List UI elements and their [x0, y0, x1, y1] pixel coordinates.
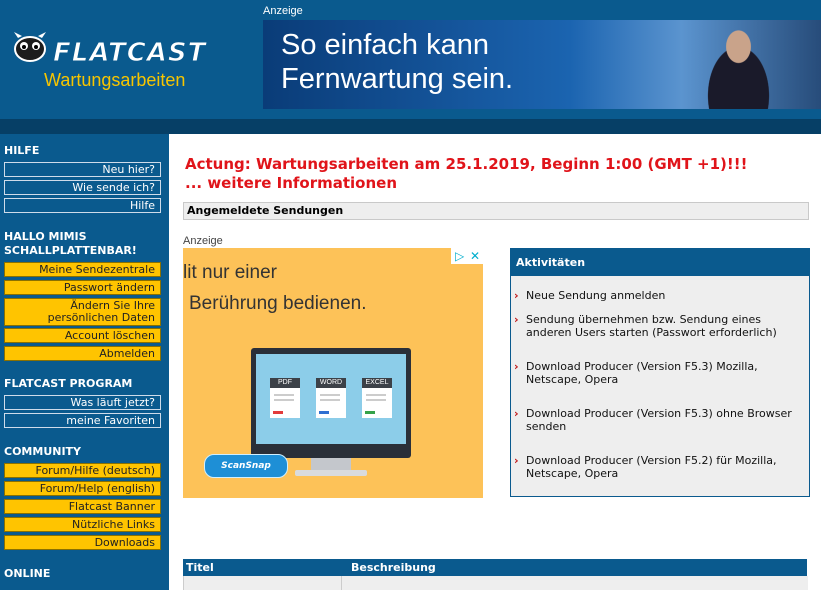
monitor-screen: PDF WORD EXCEL	[256, 354, 406, 444]
ad-banner[interactable]: So einfach kann Fernwartung sein.	[263, 20, 821, 109]
sidebar-user-name: SCHALLPLATTENBAR!	[4, 244, 137, 257]
activity-link-text[interactable]: Sendung übernehmen bzw. Sendung eines an…	[526, 313, 777, 339]
shows-table-body	[183, 576, 808, 590]
pdf-document-icon: PDF	[270, 378, 300, 418]
sidebar-link-passwort[interactable]: Passwort ändern	[4, 280, 161, 295]
sidebar-section-community: COMMUNITY	[4, 445, 82, 458]
column-header-beschreibung: Beschreibung	[351, 561, 436, 574]
sidebar-link-favoriten[interactable]: meine Favoriten	[4, 413, 161, 428]
chevron-right-icon: ›	[514, 360, 519, 373]
sidebar-link-abmelden[interactable]: Abmelden	[4, 346, 161, 361]
sidebar-link-persoenliche-daten[interactable]: Ändern Sie Ihre persönlichen Daten	[4, 298, 161, 326]
column-divider	[341, 576, 342, 590]
chevron-right-icon: ›	[514, 407, 519, 420]
scansnap-logo: ScanSnap	[204, 454, 288, 478]
activity-link-text[interactable]: Neue Sendung anmelden	[526, 289, 665, 302]
word-document-icon: WORD	[316, 378, 346, 418]
logo-text[interactable]: FLATCAST	[52, 38, 206, 69]
activity-link-download-f53[interactable]: › Download Producer (Version F5.3) Mozill…	[514, 360, 801, 386]
doc-label: EXCEL	[362, 378, 392, 388]
sidebar-link-forum-de[interactable]: Forum/Hilfe (deutsch)	[4, 463, 161, 478]
sidebar-section-user: HALLO MIMIS SCHALLPLATTENBAR!	[4, 230, 161, 258]
activity-link-text[interactable]: Download Producer (Version F5.3) Mozilla…	[526, 360, 758, 386]
ad-label: Anzeige	[263, 5, 303, 17]
activity-link-new-show[interactable]: › Neue Sendung anmelden	[514, 289, 801, 302]
ad-text-line: Berührung bedienen.	[189, 293, 367, 314]
sidebar-link-account-loeschen[interactable]: Account löschen	[4, 328, 161, 343]
adchoices-play-icon[interactable]: ▷	[455, 249, 464, 263]
activity-link-text[interactable]: Download Producer (Version F5.2) für Moz…	[526, 454, 777, 480]
sidebar-link-wie-sende-ich[interactable]: Wie sende ich?	[4, 180, 161, 195]
sidebar-section-online: ONLINE	[4, 567, 51, 580]
sidebar-link-links[interactable]: Nützliche Links	[4, 517, 161, 532]
sidebar: HILFE Neu hier? Wie sende ich? Hilfe HAL…	[0, 134, 169, 590]
monitor-image: PDF WORD EXCEL	[251, 348, 411, 458]
sidebar-link-banner[interactable]: Flatcast Banner	[4, 499, 161, 514]
sidebar-section-hilfe: HILFE	[4, 144, 40, 157]
sidebar-section-program: FLATCAST PROGRAM	[4, 377, 133, 390]
alert-line: Actung: Wartungsarbeiten am 25.1.2019, B…	[185, 155, 748, 173]
doc-label: PDF	[270, 378, 300, 388]
chevron-right-icon: ›	[514, 289, 519, 302]
header-strip	[0, 119, 821, 134]
sidebar-link-sendezentrale[interactable]: Meine Sendezentrale	[4, 262, 161, 277]
activity-title: Aktivitäten	[511, 249, 809, 276]
header-subtitle: Wartungsarbeiten	[44, 70, 186, 90]
activity-link-text[interactable]: Download Producer (Version F5.3) ohne Br…	[526, 407, 792, 433]
column-header-titel: Titel	[186, 561, 214, 574]
shows-table-header: Titel Beschreibung	[183, 559, 807, 576]
doc-label: WORD	[316, 378, 346, 388]
banner-text: So einfach kann Fernwartung sein.	[281, 28, 513, 96]
alert-more-link[interactable]: ... weitere Informationen	[185, 174, 747, 193]
excel-document-icon: EXCEL	[362, 378, 392, 418]
monitor-stand	[311, 458, 351, 470]
ad-label: Anzeige	[183, 235, 223, 247]
sidebar-user-greeting: HALLO MIMIS	[4, 230, 87, 243]
banner-line: Fernwartung sein.	[281, 63, 514, 95]
person-with-phone-image	[691, 20, 786, 109]
ad-text-line: lit nur einer	[183, 262, 277, 283]
ad-box[interactable]: lit nur einer Berührung bedienen. ▷ ✕ PD…	[183, 248, 483, 498]
chevron-right-icon: ›	[514, 313, 519, 326]
monitor-stand-base	[295, 470, 367, 476]
activity-link-take-over[interactable]: › Sendung übernehmen bzw. Sendung eines a…	[514, 313, 801, 339]
sidebar-link-downloads[interactable]: Downloads	[4, 535, 161, 550]
activity-link-download-f52[interactable]: › Download Producer (Version F5.2) für Mo…	[514, 454, 801, 480]
banner-line: So einfach kann	[281, 29, 489, 61]
link-label-line: persönlichen Daten	[47, 311, 155, 324]
logged-shows-header: Angemeldete Sendungen	[183, 202, 809, 220]
sidebar-link-was-laeuft[interactable]: Was läuft jetzt?	[4, 395, 161, 410]
ad-close-icon[interactable]: ✕	[470, 249, 480, 263]
activity-link-download-f53-nobrowser[interactable]: › Download Producer (Version F5.3) ohne B…	[514, 407, 801, 433]
maintenance-alert[interactable]: Actung: Wartungsarbeiten am 25.1.2019, B…	[185, 155, 747, 193]
header: FLATCAST Wartungsarbeiten Anzeige So ein…	[0, 0, 821, 119]
sidebar-link-neu-hier[interactable]: Neu hier?	[4, 162, 161, 177]
sidebar-link-forum-en[interactable]: Forum/Help (english)	[4, 481, 161, 496]
sidebar-link-hilfe[interactable]: Hilfe	[4, 198, 161, 213]
chevron-right-icon: ›	[514, 454, 519, 467]
adchoices-badge[interactable]: ▷ ✕	[451, 248, 483, 264]
activity-panel: Aktivitäten › Neue Sendung anmelden › Send…	[510, 248, 810, 497]
